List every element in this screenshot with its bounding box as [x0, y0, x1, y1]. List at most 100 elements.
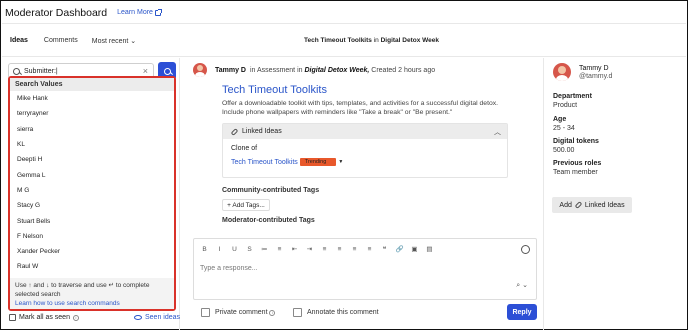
search-option[interactable]: Raul W — [10, 259, 174, 274]
align-center-icon[interactable]: ≡ — [335, 246, 344, 253]
department-label: Department — [553, 93, 592, 100]
sub-toolbar: Ideas Comments Most recent ⌄ Tech Timeou… — [2, 25, 686, 57]
reply-editor: B I U S ≔ ≡ ⇤ ⇥ ≡ ≡ ≡ ≡ ❝ 🔗 ▣ ▤ Type a response... ⌕ ⌄ — [193, 238, 537, 300]
bold-icon[interactable]: B — [200, 246, 209, 253]
idea-card: Tech Timeout Toolkits Offer a downloadab… — [214, 78, 518, 243]
linked-idea-title[interactable]: Tech Timeout Toolkits — [231, 159, 298, 166]
add-tags-button[interactable]: + Add Tags... — [222, 199, 270, 211]
outdent-icon[interactable]: ⇤ — [290, 245, 299, 253]
profile-header: Tammy D @tammy.d — [553, 63, 612, 81]
underline-icon[interactable]: U — [230, 246, 239, 253]
search-option[interactable]: terryrayner — [10, 106, 174, 121]
avatar[interactable] — [193, 63, 207, 77]
sort-label: Most recent — [91, 37, 129, 45]
thread-idea-name: Tech Timeout Toolkits — [304, 37, 372, 44]
suggestion-list: Mike Hank terryrayner sierra KL Deepti H Gemm… — [10, 91, 174, 275]
info-icon: i — [72, 314, 79, 321]
link-icon[interactable]: 🔗 — [395, 245, 404, 253]
align-right-icon[interactable]: ≡ — [350, 246, 359, 253]
linked-ideas-header[interactable]: Linked Ideas ︿ — [223, 124, 507, 139]
meta-prefix: in Assessment in — [250, 66, 303, 74]
profile-panel: Tammy D @tammy.d Department Product Age … — [543, 58, 688, 330]
indent-icon[interactable]: ⇥ — [305, 245, 314, 253]
app-window: Moderator Dashboard Learn More Ideas Com… — [0, 0, 688, 330]
chevron-down-icon: ⌄ — [130, 37, 137, 45]
linked-ideas-label: Linked Ideas — [242, 128, 282, 135]
previous-roles-label: Previous roles — [553, 160, 602, 167]
search-option[interactable]: F Nelson — [10, 229, 174, 244]
close-icon[interactable]: × — [143, 66, 148, 76]
mark-all-seen-button[interactable]: Mark all as seen i — [9, 314, 79, 321]
post-author[interactable]: Tammy D — [215, 67, 246, 74]
emoji-icon[interactable] — [521, 244, 530, 254]
meta-location[interactable]: Digital Detox Week, — [304, 67, 369, 74]
age-label: Age — [553, 116, 567, 123]
tokens-label: Digital tokens — [553, 138, 599, 145]
add-linked-ideas-button[interactable]: Add Linked Ideas — [552, 197, 632, 213]
linked-ideas-text: Linked Ideas — [584, 201, 625, 209]
link-icon — [574, 201, 583, 209]
search-help-link[interactable]: Learn how to use search commands — [15, 299, 169, 308]
search-option[interactable]: KL — [10, 137, 174, 152]
department-value: Product — [553, 102, 578, 109]
avatar — [553, 63, 571, 81]
sort-dropdown[interactable]: Most recent ⌄ — [92, 37, 136, 45]
dropdown-header: Search Values — [10, 78, 174, 91]
tab-ideas[interactable]: Ideas — [10, 37, 28, 44]
align-left-icon[interactable]: ≡ — [320, 246, 329, 253]
table-icon[interactable]: ▤ — [425, 245, 434, 253]
numbered-list-icon[interactable]: ≡ — [275, 246, 284, 253]
seen-ideas-button[interactable]: Seen ideas — [134, 314, 180, 321]
search-icon — [13, 67, 20, 75]
info-icon: i — [269, 310, 276, 316]
image-icon[interactable]: ▣ — [410, 245, 419, 253]
post-meta: in Assessment in Digital Detox Week, Cre… — [250, 67, 435, 74]
bullet-list-icon[interactable]: ≔ — [260, 245, 269, 253]
learn-more-label: Learn More — [117, 9, 153, 16]
reply-button[interactable]: Reply — [507, 304, 537, 320]
reply-textarea[interactable]: Type a response... — [200, 265, 258, 272]
linked-idea-item[interactable]: Tech Timeout Toolkits Trending ▼ — [231, 158, 343, 166]
chevron-up-icon[interactable]: ︿ — [494, 127, 501, 137]
idea-detail: Tammy D in Assessment in Digital Detox W… — [181, 58, 543, 330]
quote-icon[interactable]: ❝ — [380, 245, 389, 253]
attachment-icon[interactable]: ⌕ ⌄ — [516, 281, 528, 290]
dropdown-footer: Use ↑ and ↓ to traverse and use ↵ to com… — [10, 278, 174, 309]
profile-identity: Tammy D @tammy.d — [579, 65, 612, 80]
post-header: Tammy D in Assessment in Digital Detox W… — [193, 63, 435, 77]
external-link-icon — [154, 8, 162, 16]
search-option[interactable]: Xander Pecker — [10, 244, 174, 259]
moderator-tags-heading: Moderator-contributed Tags — [222, 217, 315, 224]
justify-icon[interactable]: ≡ — [365, 246, 374, 253]
search-value: Submitter:| — [24, 67, 58, 75]
search-option[interactable]: sierra — [10, 122, 174, 137]
search-suggestions-dropdown: Search Values Mike Hank terryrayner sierra… — [8, 76, 176, 311]
thread-location: Digital Detox Week — [380, 37, 439, 44]
learn-more-link[interactable]: Learn More — [117, 8, 162, 16]
clone-of-label: Clone of — [231, 145, 258, 152]
tab-comments[interactable]: Comments — [44, 37, 78, 44]
private-comment-checkbox[interactable] — [201, 308, 210, 317]
age-value: 25 - 34 — [553, 125, 575, 132]
editor-toolbar: B I U S ≔ ≡ ⇤ ⇥ ≡ ≡ ≡ ≡ ❝ 🔗 ▣ ▤ — [194, 239, 536, 259]
caret-down-icon[interactable]: ▼ — [338, 159, 343, 165]
annotate-checkbox[interactable] — [293, 308, 302, 317]
reply-options: Private comment i Annotate this comment … — [193, 304, 537, 322]
search-option[interactable]: Stuart Bells — [10, 213, 174, 228]
eye-icon — [134, 315, 142, 320]
add-label: Add — [559, 201, 572, 209]
profile-handle: @tammy.d — [579, 72, 613, 80]
italic-icon[interactable]: I — [215, 246, 224, 253]
search-hint: Use ↑ and ↓ to traverse and use ↵ to com… — [15, 282, 150, 298]
search-option[interactable]: M G — [10, 183, 174, 198]
search-option[interactable]: Deepti H — [10, 152, 174, 167]
strikethrough-icon[interactable]: S — [245, 246, 254, 253]
linked-ideas-panel: Linked Ideas ︿ Clone of Tech Timeout Too… — [222, 123, 508, 178]
search-option[interactable]: Stacy G — [10, 198, 174, 213]
previous-roles-value: Team member — [553, 169, 598, 176]
idea-title[interactable]: Tech Timeout Toolkits — [222, 84, 327, 96]
private-comment-text: Private comment — [215, 309, 268, 316]
search-option[interactable]: Mike Hank — [10, 91, 174, 106]
link-icon — [230, 127, 239, 136]
search-option[interactable]: Gemma L — [10, 167, 174, 182]
